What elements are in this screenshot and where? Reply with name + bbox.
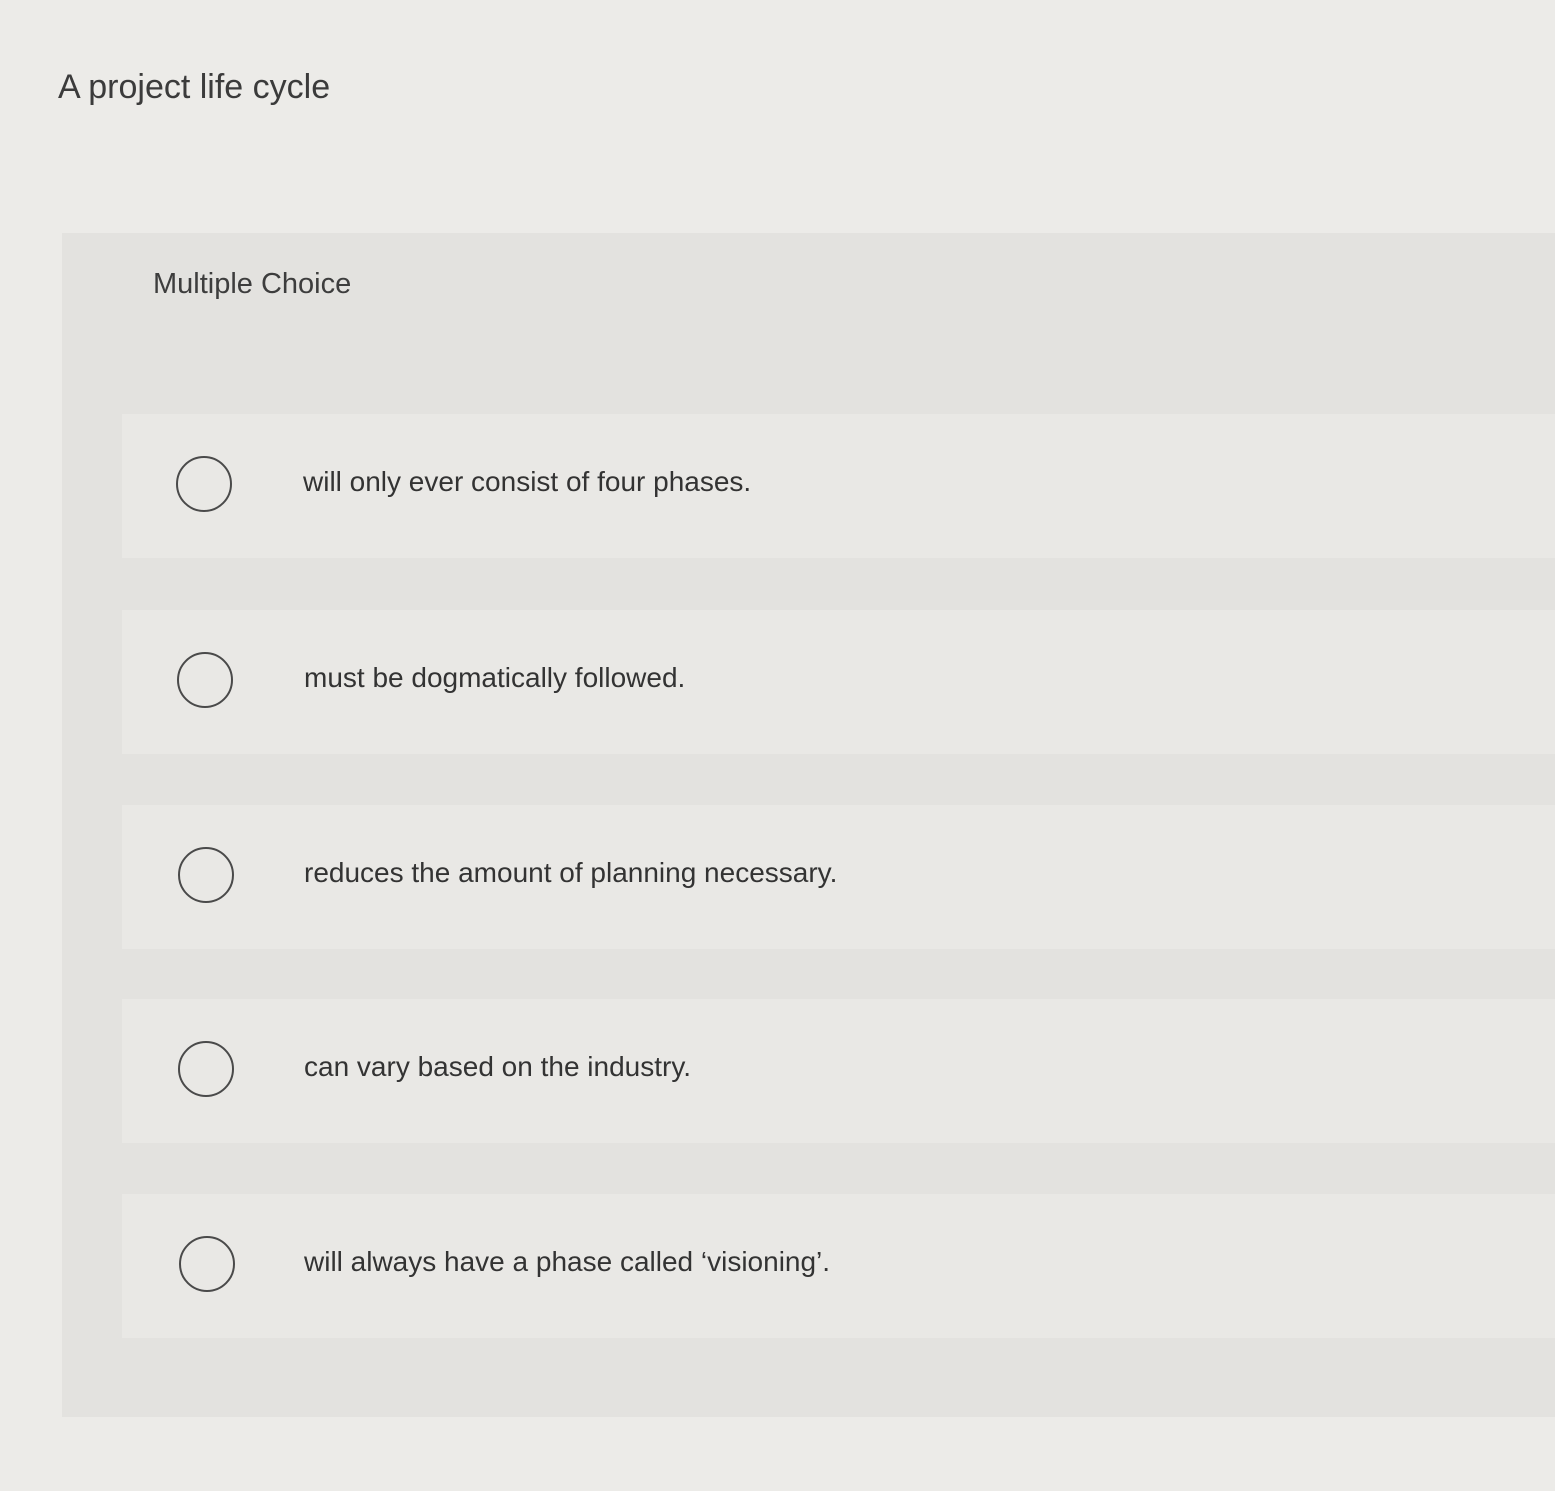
- answer-option-1[interactable]: will only ever consist of four phases.: [122, 414, 1555, 558]
- question-type-label: Multiple Choice: [153, 268, 352, 300]
- answer-option-2[interactable]: must be dogmatically followed.: [122, 610, 1555, 754]
- answer-option-text: must be dogmatically followed.: [304, 662, 686, 693]
- radio-button[interactable]: [178, 847, 234, 903]
- radio-button[interactable]: [177, 652, 233, 708]
- answer-option-text: will always have a phase called ‘visioni…: [304, 1246, 831, 1277]
- answer-option-text: reduces the amount of planning necessary…: [304, 857, 838, 888]
- answer-option-4[interactable]: can vary based on the industry.: [122, 999, 1555, 1143]
- radio-button[interactable]: [176, 456, 232, 512]
- answer-option-text: will only ever consist of four phases.: [303, 466, 752, 497]
- radio-button[interactable]: [178, 1041, 234, 1097]
- answer-option-3[interactable]: reduces the amount of planning necessary…: [122, 805, 1555, 949]
- answer-option-text: can vary based on the industry.: [304, 1051, 692, 1082]
- radio-button[interactable]: [179, 1236, 235, 1292]
- answer-option-5[interactable]: will always have a phase called ‘visioni…: [122, 1194, 1555, 1338]
- question-prompt: A project life cycle: [58, 68, 331, 106]
